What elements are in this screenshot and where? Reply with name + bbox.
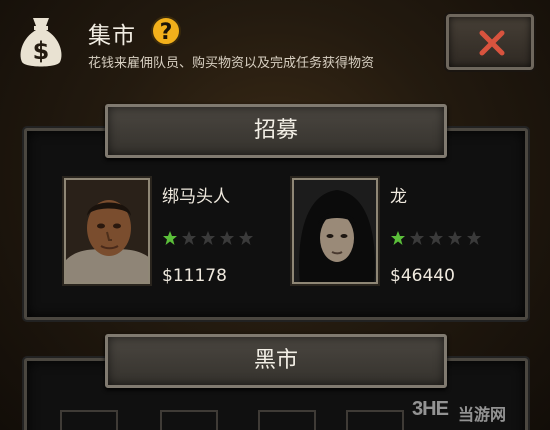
star-empty-icon xyxy=(182,231,196,245)
help-icon[interactable]: ? xyxy=(151,16,181,46)
star-empty-icon xyxy=(467,231,481,245)
page-subtitle: 花钱来雇佣队员、购买物资以及完成任务获得物资 xyxy=(88,56,375,71)
star-filled-icon xyxy=(163,231,177,245)
market-header: $ 集市 ? 花钱来雇佣队员、购买物资以及完成任务获得物资 xyxy=(0,0,550,100)
watermark-logo: 3HE xyxy=(412,398,449,420)
merc-price-2: $46440 xyxy=(390,266,455,286)
star-empty-icon xyxy=(410,231,424,245)
merc-rating-1 xyxy=(162,230,254,246)
star-empty-icon xyxy=(239,231,253,245)
star-empty-icon xyxy=(429,231,443,245)
page-title: 集市 xyxy=(88,23,136,49)
black-market-slot[interactable] xyxy=(346,410,404,430)
star-empty-icon xyxy=(448,231,462,245)
star-empty-icon xyxy=(201,231,215,245)
man-portrait-icon xyxy=(66,180,148,282)
site-watermark: 3HE 当游网 xyxy=(412,396,544,426)
merc-rating-2 xyxy=(390,230,482,246)
watermark-text: 当游网 xyxy=(458,407,507,424)
black-market-slot[interactable] xyxy=(60,410,118,430)
close-button[interactable] xyxy=(446,14,534,70)
merc-name-1: 绑马头人 xyxy=(162,187,230,207)
black-market-slot[interactable] xyxy=(160,410,218,430)
merc-portrait-2[interactable] xyxy=(292,178,378,284)
star-filled-icon xyxy=(391,231,405,245)
hooded-man-portrait-icon xyxy=(294,180,376,282)
black-market-section-title: 黑市 xyxy=(105,334,447,388)
star-empty-icon xyxy=(220,231,234,245)
close-icon xyxy=(479,30,505,56)
recruit-section-title: 招募 xyxy=(105,104,447,158)
black-market-slot[interactable] xyxy=(258,410,316,430)
merc-price-1: $11178 xyxy=(162,266,227,286)
svg-text:$: $ xyxy=(33,37,50,65)
merc-name-2: 龙 xyxy=(390,187,407,207)
money-bag-icon: $ xyxy=(20,18,62,67)
merc-portrait-1[interactable] xyxy=(64,178,150,284)
